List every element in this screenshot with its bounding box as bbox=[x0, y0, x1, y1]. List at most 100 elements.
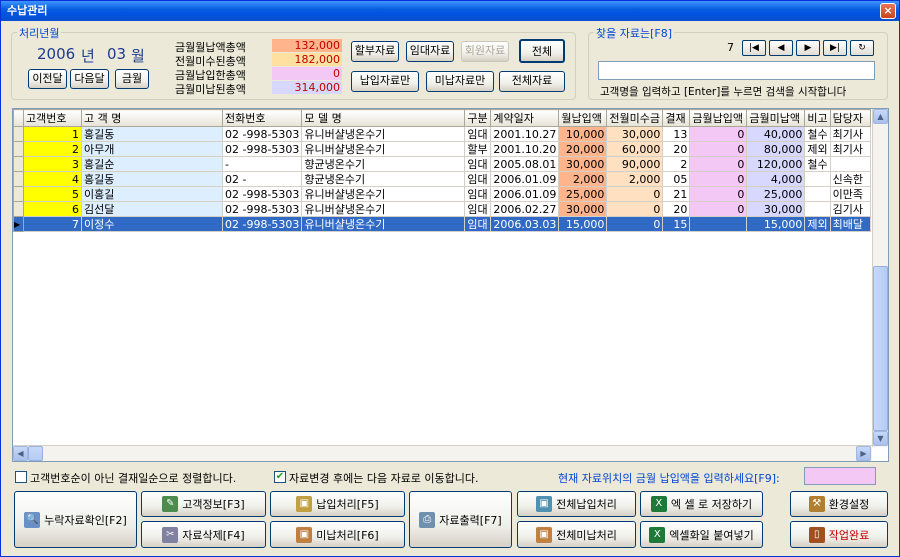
cell-pay[interactable]: 13 bbox=[662, 126, 691, 142]
last-record-icon[interactable]: ▶| bbox=[823, 40, 847, 56]
cell-id[interactable]: 2 bbox=[23, 141, 82, 157]
col-header-type[interactable]: 구분 bbox=[464, 109, 492, 127]
cell-phone[interactable]: - bbox=[221, 156, 303, 172]
cell-phone[interactable]: 02 -998-5303 bbox=[221, 141, 303, 157]
cell-phone[interactable]: 02 -998-5303 bbox=[221, 126, 303, 142]
next-record-checkbox[interactable]: ✔ bbox=[274, 471, 286, 483]
col-header-unpaid-prev[interactable]: 전월미수금 bbox=[606, 109, 664, 127]
cell-note[interactable]: 제외 bbox=[804, 141, 831, 157]
cell-type[interactable]: 임대 bbox=[464, 171, 492, 187]
cell-id[interactable]: 5 bbox=[23, 186, 82, 202]
cell-id[interactable]: 4 bbox=[23, 171, 82, 187]
col-header-staff[interactable]: 담당자 bbox=[829, 109, 871, 127]
cell-unpaid[interactable]: 25,000 bbox=[746, 186, 806, 202]
cell-date[interactable]: 2006.01.09 bbox=[490, 171, 560, 187]
cell-type[interactable]: 임대 bbox=[464, 156, 492, 172]
cell-type[interactable]: 임대 bbox=[464, 186, 492, 202]
next-record-icon[interactable]: ▶ bbox=[796, 40, 820, 56]
cell-pay[interactable]: 05 bbox=[662, 171, 691, 187]
cell-name[interactable]: 홍길동 bbox=[81, 126, 223, 142]
cell-monthly[interactable]: 2,000 bbox=[558, 171, 608, 187]
data-grid[interactable]: 고객번호 고 객 명 전화번호 모 델 명 구분 계약일자 월납입액 전월미수금… bbox=[12, 108, 889, 462]
cell-paid[interactable]: 0 bbox=[689, 126, 748, 142]
cell-unpaid-prev[interactable]: 0 bbox=[606, 186, 664, 202]
cell-model[interactable]: 유니버샬냉온수기 bbox=[301, 141, 466, 157]
row-header[interactable] bbox=[13, 141, 24, 157]
cell-unpaid[interactable]: 30,000 bbox=[746, 201, 806, 217]
current-month-button[interactable]: 금월 bbox=[115, 69, 149, 89]
first-record-icon[interactable]: |◀ bbox=[742, 40, 766, 56]
cell-unpaid-prev[interactable]: 60,000 bbox=[606, 141, 664, 157]
cell-unpaid[interactable]: 80,000 bbox=[746, 141, 806, 157]
cell-staff[interactable]: 이만족 bbox=[829, 186, 871, 202]
cell-type[interactable]: 임대 bbox=[464, 201, 492, 217]
cell-id[interactable]: 3 bbox=[23, 156, 82, 172]
done-button[interactable]: ▯ 작업완료 bbox=[790, 521, 888, 548]
cell-monthly[interactable]: 20,000 bbox=[558, 141, 608, 157]
missing-data-button[interactable]: 🔍 누락자료확인[F2] bbox=[14, 491, 137, 548]
cell-unpaid-prev[interactable]: 90,000 bbox=[606, 156, 664, 172]
cell-phone[interactable]: 02 -998-5303 bbox=[221, 186, 303, 202]
cell-monthly[interactable]: 10,000 bbox=[558, 126, 608, 142]
cell-id[interactable]: 6 bbox=[23, 201, 82, 217]
row-header[interactable] bbox=[13, 186, 24, 202]
col-header-pay[interactable]: 결재 bbox=[662, 109, 691, 127]
payment-amount-input[interactable] bbox=[804, 467, 876, 485]
cell-name[interactable]: 이홍길 bbox=[81, 186, 223, 202]
cell-note[interactable]: 철수 bbox=[804, 126, 831, 142]
table-row[interactable]: 1 홍길동 02 -998-5303 유니버샬냉온수기 임대 2001.10.27 10,0… bbox=[13, 126, 871, 142]
cell-staff[interactable] bbox=[829, 156, 871, 172]
all-data-button[interactable]: 전체자료 bbox=[499, 71, 565, 92]
prev-month-button[interactable]: 이전달 bbox=[28, 69, 67, 89]
cell-monthly[interactable]: 30,000 bbox=[558, 156, 608, 172]
col-header-model[interactable]: 모 델 명 bbox=[301, 109, 466, 127]
cell-staff[interactable]: 최기사 bbox=[829, 126, 871, 142]
scroll-up-icon[interactable]: ▲ bbox=[873, 109, 888, 124]
table-row[interactable]: 5 이홍길 02 -998-5303 유니버샬냉온수기 임대 2006.01.09 25,0… bbox=[13, 186, 871, 202]
horizontal-scrollbar[interactable]: ◀ ▶ bbox=[13, 445, 872, 461]
excel-save-button[interactable]: X 엑 셀 로 저장하기 bbox=[640, 491, 763, 517]
search-input[interactable] bbox=[598, 61, 875, 80]
refresh-icon[interactable]: ↻ bbox=[850, 40, 874, 56]
row-header[interactable] bbox=[13, 156, 24, 172]
cell-date[interactable]: 2006.01.09 bbox=[490, 186, 560, 202]
cell-paid[interactable]: 0 bbox=[689, 156, 748, 172]
cell-pay[interactable]: 15 bbox=[662, 216, 691, 232]
cell-phone[interactable]: 02 - bbox=[221, 171, 303, 187]
cell-model[interactable]: 유니버샬냉온수기 bbox=[301, 216, 466, 232]
cell-name[interactable]: 아무개 bbox=[81, 141, 223, 157]
table-row[interactable]: 6 김선달 02 -998-5303 유니버샬냉온수기 임대 2006.02.27 30,0… bbox=[13, 201, 871, 217]
table-row[interactable]: 4 홍길동 02 - 향균냉온수기 임대 2006.01.09 2,000 2,000 05 0 4… bbox=[13, 171, 871, 187]
cell-type[interactable]: 할부 bbox=[464, 141, 492, 157]
scroll-left-icon[interactable]: ◀ bbox=[13, 446, 28, 461]
cell-date[interactable]: 2005.08.01 bbox=[490, 156, 560, 172]
sort-checkbox[interactable] bbox=[15, 471, 27, 483]
cell-pay[interactable]: 2 bbox=[662, 156, 691, 172]
paid-only-button[interactable]: 납입자료만 bbox=[351, 71, 419, 92]
delete-data-button[interactable]: ✂ 자료삭제[F4] bbox=[141, 521, 266, 548]
table-row[interactable]: 3 홍길순 - 향균냉온수기 임대 2005.08.01 30,000 90,000 2 0 12… bbox=[13, 156, 871, 172]
all-filter-button[interactable]: 전체 bbox=[519, 39, 565, 63]
col-header-id[interactable]: 고객번호 bbox=[23, 109, 82, 127]
cell-name[interactable]: 홍길순 bbox=[81, 156, 223, 172]
cell-staff[interactable]: 김기사 bbox=[829, 201, 871, 217]
cell-type[interactable]: 임대 bbox=[464, 126, 492, 142]
pay-all-button[interactable]: ▣ 전체납입처리 bbox=[517, 491, 636, 517]
cell-unpaid[interactable]: 40,000 bbox=[746, 126, 806, 142]
table-row[interactable]: 2 아무개 02 -998-5303 유니버샬냉온수기 할부 2001.10.20 20,0… bbox=[13, 141, 871, 157]
cell-name[interactable]: 홍길동 bbox=[81, 171, 223, 187]
cell-pay[interactable]: 20 bbox=[662, 201, 691, 217]
cell-unpaid-prev[interactable]: 2,000 bbox=[606, 171, 664, 187]
cell-name[interactable]: 김선달 bbox=[81, 201, 223, 217]
cell-pay[interactable]: 21 bbox=[662, 186, 691, 202]
cell-id[interactable]: 7 bbox=[23, 216, 82, 232]
unpaid-only-button[interactable]: 미납자료만 bbox=[426, 71, 494, 92]
cell-type[interactable]: 임대 bbox=[464, 216, 492, 232]
row-header[interactable] bbox=[13, 171, 24, 187]
prev-record-icon[interactable]: ◀ bbox=[769, 40, 793, 56]
cell-unpaid-prev[interactable]: 30,000 bbox=[606, 126, 664, 142]
row-header[interactable] bbox=[13, 201, 24, 217]
scroll-thumb[interactable] bbox=[873, 266, 888, 431]
scroll-right-icon[interactable]: ▶ bbox=[856, 446, 871, 461]
cell-unpaid[interactable]: 15,000 bbox=[746, 216, 806, 232]
